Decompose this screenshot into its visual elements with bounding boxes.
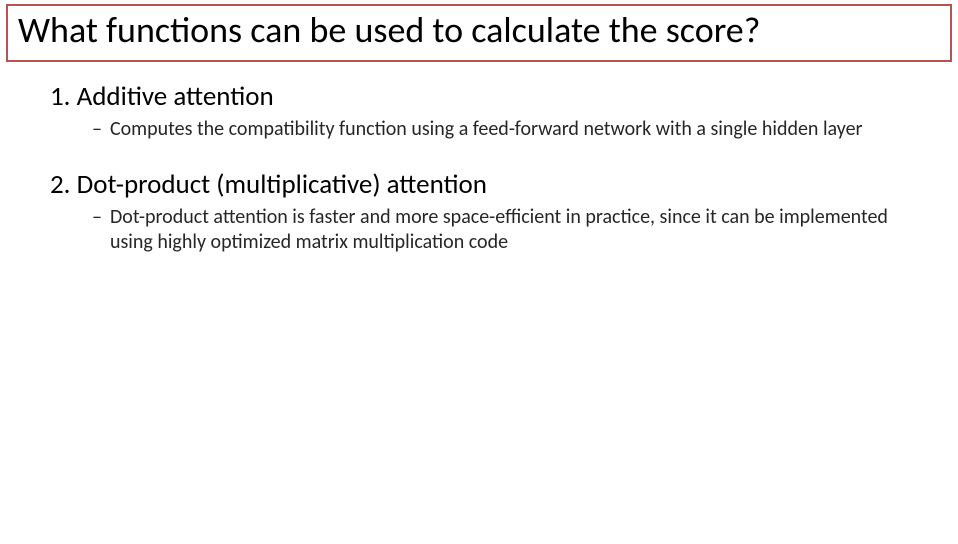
list-item-2-title: Dot-product (multiplicative) attention (77, 168, 487, 201)
bullet-dash-icon: – (92, 117, 102, 142)
list-item-1-heading: 1. Additive attention (50, 80, 908, 113)
list-item-2-heading: 2. Dot-product (multiplicative) attentio… (50, 168, 908, 201)
list-item-1-sub-text: Computes the compatibility function usin… (110, 117, 898, 142)
list-item-2-sub-text: Dot-product attention is faster and more… (110, 205, 898, 255)
list-item-1-title: Additive attention (77, 80, 274, 113)
slide-content: 1. Additive attention – Computes the com… (0, 62, 958, 255)
list-item-1-number: 1. (50, 80, 71, 113)
list-item-1-sub: – Computes the compatibility function us… (50, 117, 908, 142)
list-item-2-number: 2. (50, 168, 71, 201)
slide-title-box: What functions can be used to calculate … (6, 4, 952, 62)
slide-title: What functions can be used to calculate … (18, 12, 940, 50)
bullet-dash-icon: – (92, 205, 102, 255)
list-item-2-sub: – Dot-product attention is faster and mo… (50, 205, 908, 255)
